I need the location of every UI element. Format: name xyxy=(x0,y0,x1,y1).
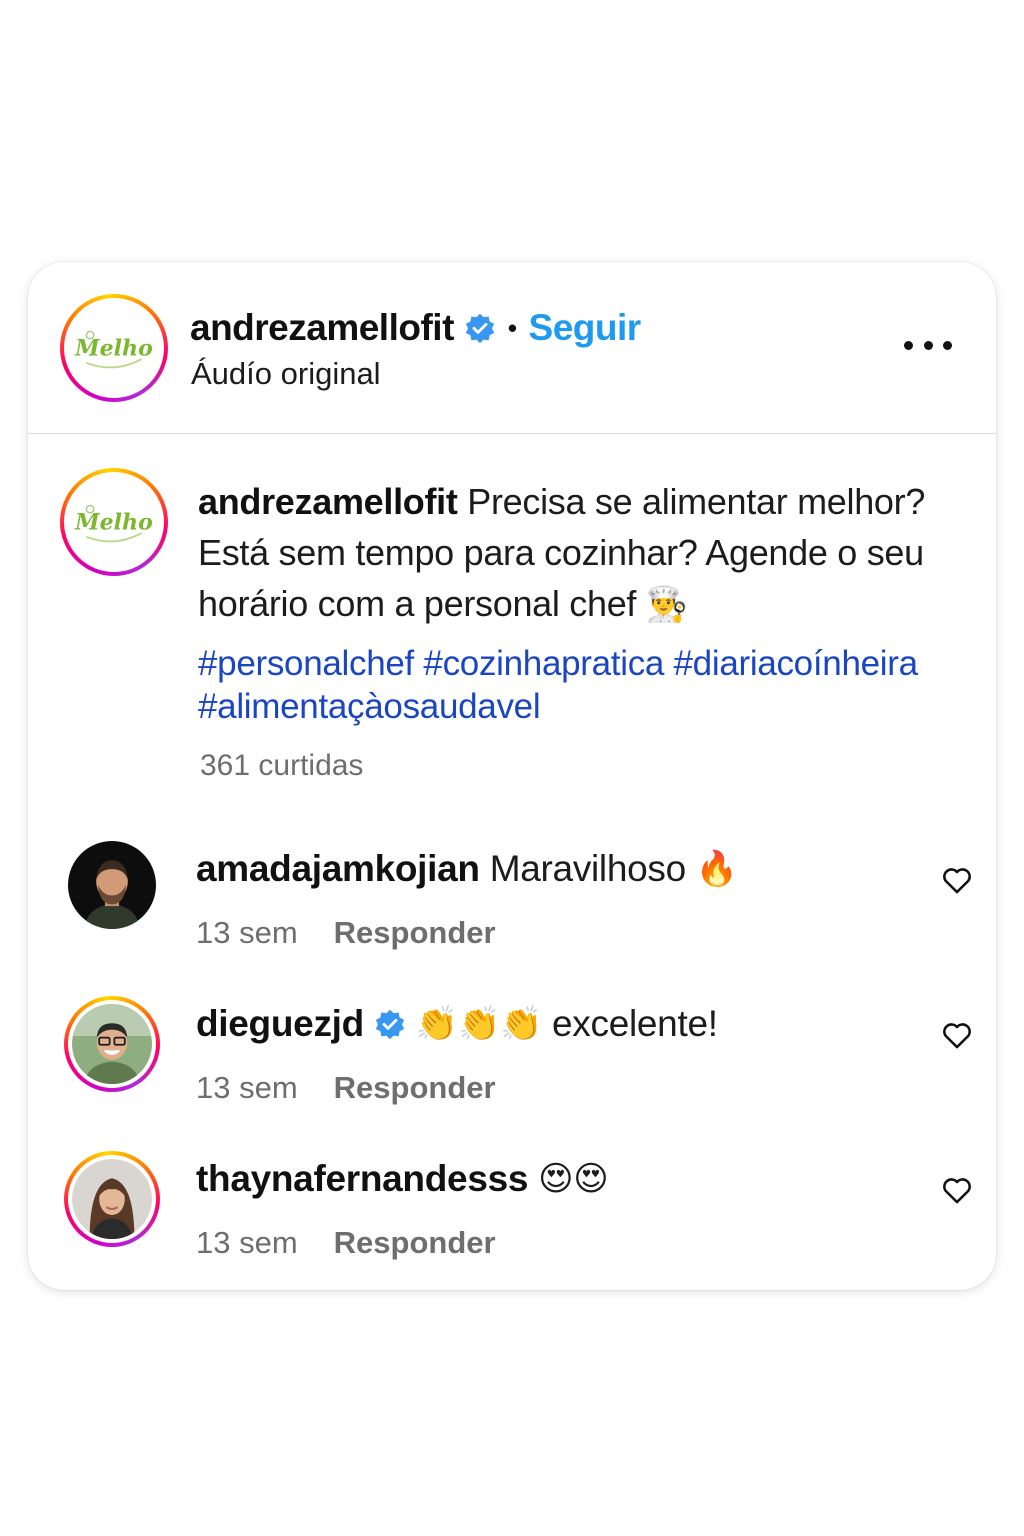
comment-meta: 13 sem Responder xyxy=(196,1070,496,1106)
comment-username[interactable]: thaynafernandesss xyxy=(196,1158,528,1200)
comment-text-row: amadajamkojian Maravilhoso 🔥 xyxy=(196,847,738,891)
verified-badge-icon xyxy=(465,313,495,344)
comment-time: 13 sem xyxy=(196,1070,298,1105)
hashtag-list: #personalchef #cozinhapratica #diariacoí… xyxy=(198,642,996,728)
logo-text: Melho xyxy=(74,335,153,361)
comment-time: 13 sem xyxy=(196,915,298,950)
reply-button[interactable]: Responder xyxy=(334,915,496,951)
caption-avatar[interactable]: Melho xyxy=(60,468,168,576)
audio-label[interactable]: Áudío original xyxy=(191,356,381,392)
comment-item: amadajamkojian Maravilhoso 🔥 13 sem Resp… xyxy=(28,841,996,971)
logo-text: Melho xyxy=(74,509,153,535)
comment-meta: 13 sem Responder xyxy=(196,915,496,951)
caption-username[interactable]: andrezamellofit xyxy=(198,481,458,522)
header-username[interactable]: andrezamellofit xyxy=(190,307,454,349)
comment-item: thaynafernandesss 😍😍 13 sem Responder xyxy=(28,1151,996,1281)
comment-avatar[interactable] xyxy=(64,996,160,1092)
hashtag-link[interactable]: #cozinhapratica xyxy=(423,644,664,683)
comment-avatar[interactable] xyxy=(64,1151,160,1247)
caption-text: andrezamellofit Precisa se alimentar mel… xyxy=(198,476,996,631)
comment-body: Maravilhoso xyxy=(489,848,686,889)
hashtag-link[interactable]: #alimentaçàosaudavel xyxy=(198,687,541,726)
comment-username[interactable]: amadajamkojian xyxy=(196,848,480,890)
heart-eyes-emoji-icon: 😍😍 xyxy=(538,1159,609,1199)
comment-meta: 13 sem Responder xyxy=(196,1225,496,1261)
comment-username[interactable]: dieguezjd xyxy=(196,1003,364,1045)
comment-item: dieguezjd 👏👏👏 excelente! 13 sem Responde… xyxy=(28,996,996,1126)
hashtag-link[interactable]: #personalchef xyxy=(198,644,414,683)
header-divider xyxy=(28,433,996,434)
separator-dot: • xyxy=(507,312,517,343)
comment-time: 13 sem xyxy=(196,1225,298,1260)
more-options-icon[interactable] xyxy=(904,338,952,352)
header-user-row: andrezamellofit • Seguir xyxy=(190,306,641,350)
clapping-hands-emoji-icon: 👏👏👏 xyxy=(415,1004,543,1044)
post-card: Melho andrezamellofit • Seguir Áudío ori… xyxy=(28,262,996,1290)
comment-body: excelente! xyxy=(552,1003,718,1044)
reply-button[interactable]: Responder xyxy=(334,1070,496,1106)
verified-badge-icon xyxy=(375,1009,405,1040)
comment-text-row: dieguezjd 👏👏👏 excelente! xyxy=(196,1002,718,1046)
comment-text-row: thaynafernandesss 😍😍 xyxy=(196,1157,609,1201)
fire-emoji-icon: 🔥 xyxy=(695,849,738,889)
like-heart-icon[interactable] xyxy=(940,863,974,897)
like-heart-icon[interactable] xyxy=(940,1173,974,1207)
comment-avatar[interactable] xyxy=(68,841,156,929)
like-heart-icon[interactable] xyxy=(940,1018,974,1052)
follow-button[interactable]: Seguir xyxy=(529,307,642,349)
reply-button[interactable]: Responder xyxy=(334,1225,496,1261)
likes-count[interactable]: 361 curtidas xyxy=(200,749,363,783)
hashtag-link[interactable]: #diariacoínheira xyxy=(674,644,919,683)
profile-avatar[interactable]: Melho xyxy=(60,294,168,402)
chef-emoji-icon: 👨‍🍳 xyxy=(645,585,688,625)
